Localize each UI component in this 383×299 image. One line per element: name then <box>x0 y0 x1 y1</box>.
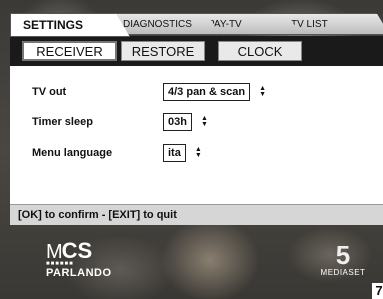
footer-hint-bar: [OK] to confirm - [EXIT] to quit <box>10 204 383 225</box>
sub-tab-bar: RECEIVER RESTORE CLOCK <box>10 36 383 66</box>
tab-label: SETTINGS <box>23 18 84 32</box>
five-icon: 5 <box>335 240 351 270</box>
tab-label: DIAGNOSTICS <box>123 18 192 30</box>
logo-cs: CS <box>61 238 93 263</box>
subtab-restore[interactable]: RESTORE <box>121 41 205 61</box>
settings-panel: TV out 4/3 pan & scan ▲ ▼ Timer sleep 03h… <box>10 66 383 204</box>
footer-hint: [OK] to confirm - [EXIT] to quit <box>18 209 177 221</box>
mcs-parlando-logo: MCS ■■■■■■ PARLANDO <box>46 238 112 279</box>
subtab-receiver[interactable]: RECEIVER <box>22 41 117 61</box>
page-number: 7 <box>372 283 383 299</box>
subtab-label: CLOCK <box>237 43 283 59</box>
up-down-arrows-icon[interactable]: ▲ ▼ <box>200 115 209 128</box>
setting-row-timer-sleep: Timer sleep 03h ▲ ▼ <box>32 113 209 131</box>
tab-settings[interactable]: SETTINGS <box>10 13 130 37</box>
setting-value-tv-out[interactable]: 4/3 pan & scan <box>163 83 251 101</box>
setting-row-menu-language: Menu language ita ▲ ▼ <box>32 144 203 162</box>
subtab-clock[interactable]: CLOCK <box>218 41 302 61</box>
subtab-label: RESTORE <box>131 43 195 59</box>
setting-value-timer-sleep[interactable]: 03h <box>163 113 192 131</box>
setting-label: Timer sleep <box>32 116 93 128</box>
setting-value-menu-language[interactable]: ita <box>163 144 186 162</box>
subtab-label: RECEIVER <box>36 43 103 59</box>
setting-row-tv-out: TV out 4/3 pan & scan ▲ ▼ <box>32 83 267 101</box>
up-down-arrows-icon[interactable]: ▲ ▼ <box>258 85 267 98</box>
top-tabs: TV LIST PAY-TV DIAGNOSTICS SETTINGS <box>10 13 383 37</box>
up-down-arrows-icon[interactable]: ▲ ▼ <box>194 146 203 159</box>
canale5-logo: 5 MEDIASET <box>318 242 368 277</box>
setting-label: Menu language <box>32 147 113 159</box>
logo-sub: PARLANDO <box>46 267 112 279</box>
setting-label: TV out <box>32 86 67 98</box>
tab-label: TV LIST <box>291 18 328 30</box>
logo-m: M <box>46 241 63 263</box>
